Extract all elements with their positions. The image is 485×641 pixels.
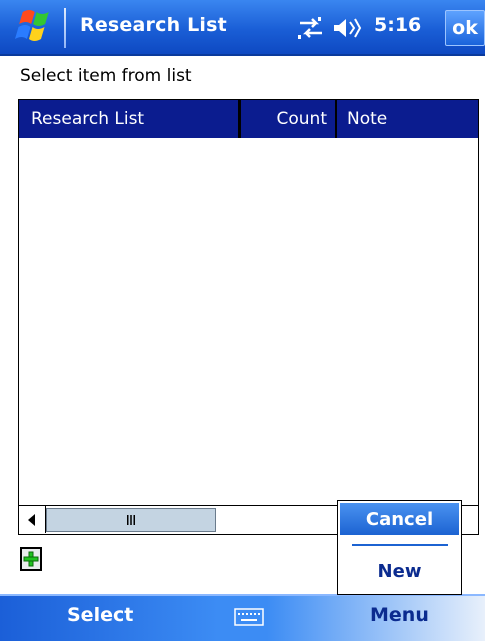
grip-icon — [127, 515, 135, 525]
title-bar: Research List 5:16 ok — [0, 0, 485, 56]
window-title: Research List — [80, 14, 227, 36]
title-separator — [64, 8, 66, 48]
column-header-count[interactable]: Count — [241, 100, 337, 138]
windows-start-icon[interactable] — [10, 6, 58, 48]
menu-separator — [352, 544, 448, 546]
column-header-research-list[interactable]: Research List — [19, 100, 241, 138]
scroll-left-arrow-icon[interactable] — [19, 506, 46, 533]
volume-icon[interactable] — [332, 15, 364, 41]
connectivity-icon[interactable] — [296, 15, 326, 41]
softkey-menu[interactable]: Menu — [370, 604, 429, 626]
research-listview[interactable]: Research List Count Note — [18, 99, 479, 535]
prompt-label: Select item from list — [20, 66, 192, 86]
clock-time[interactable]: 5:16 — [374, 14, 421, 36]
list-header: Research List Count Note — [19, 100, 478, 138]
popup-menu: Cancel New — [337, 500, 462, 595]
column-header-note[interactable]: Note — [337, 100, 478, 138]
scrollbar-thumb[interactable] — [46, 508, 216, 532]
softkey-select[interactable]: Select — [67, 604, 133, 626]
keyboard-icon[interactable] — [234, 607, 264, 627]
ok-button[interactable]: ok — [445, 10, 485, 46]
softkey-bar: Select Menu — [0, 594, 485, 641]
menu-item-cancel[interactable]: Cancel — [340, 503, 459, 535]
add-plus-icon — [23, 551, 39, 567]
menu-item-new[interactable]: New — [340, 555, 459, 587]
add-button[interactable] — [20, 547, 42, 571]
